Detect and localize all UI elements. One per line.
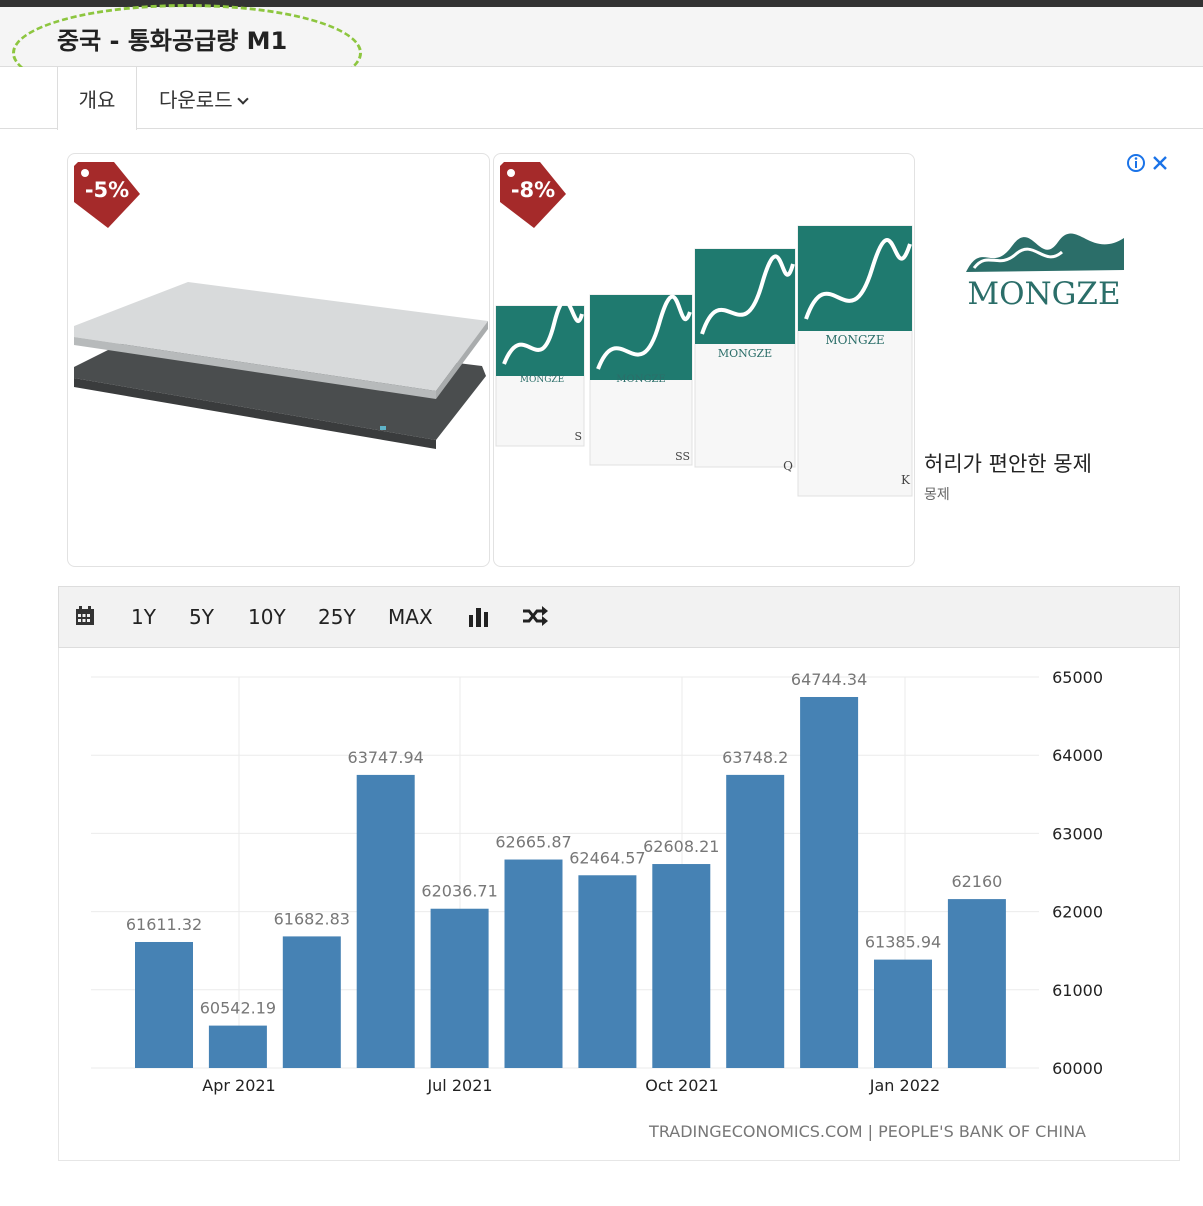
box-size-label: Q [783, 459, 793, 473]
bar[interactable] [430, 908, 489, 1068]
bar-value-label: 62036.71 [421, 882, 497, 901]
tab-download[interactable]: 다운로드 [159, 67, 249, 129]
tab-download-label: 다운로드 [159, 88, 233, 112]
bar[interactable] [504, 859, 563, 1068]
page-title: 중국 - 통화공급량 M1 [57, 27, 288, 55]
chart-container: 61611.32 60542.19 61682.83 63747.94 62036.71… [58, 648, 1180, 1161]
chart-toolbar: 1Y 5Y 10Y 25Y MAX [58, 586, 1180, 648]
x-tick-label: Apr 2021 [202, 1076, 275, 1095]
shuffle-icon[interactable] [522, 606, 548, 626]
bar-value-label: 63747.94 [348, 748, 424, 767]
bar[interactable] [356, 774, 415, 1068]
info-icon[interactable] [1127, 154, 1145, 172]
ad-product-card-mattress[interactable]: -5% [67, 153, 490, 567]
ad-controls [1126, 153, 1172, 178]
bar-value-label: 61611.32 [126, 915, 202, 934]
brand-logo[interactable]: MONGZE [962, 230, 1126, 314]
brand-name: MONGZE [967, 276, 1121, 312]
bar-value-label: 63748.2 [722, 748, 788, 767]
box-brand-label: MONGZE [825, 333, 884, 347]
bar-value-label: 62665.87 [495, 833, 571, 852]
bar[interactable] [282, 936, 341, 1068]
box-brand-label: MONGZE [718, 347, 772, 360]
chevron-down-icon [236, 93, 249, 105]
bar[interactable] [800, 696, 859, 1068]
bar-value-label: 62464.57 [569, 848, 645, 867]
tab-overview[interactable]: 개요 [57, 67, 137, 130]
ad-headline[interactable]: 허리가 편안한 몽제 [924, 448, 1092, 478]
tab-overview-label: 개요 [78, 88, 116, 112]
range-max-button[interactable]: MAX [388, 605, 433, 629]
bar[interactable] [135, 941, 193, 1068]
discount-label: -8% [510, 178, 556, 202]
chart-value-labels: 61611.32 60542.19 61682.83 63747.94 62036.71… [126, 670, 1003, 1018]
y-tick-label: 60000 [1052, 1059, 1103, 1078]
bar-value-label: 64744.34 [791, 670, 867, 689]
range-5y-button[interactable]: 5Y [189, 605, 214, 629]
box-size-label: K [901, 473, 911, 487]
bar-chart: 61611.32 60542.19 61682.83 63747.94 62036.71… [91, 668, 1103, 1141]
chart-source[interactable]: TRADINGECONOMICS.COM | PEOPLE'S BANK OF … [648, 1122, 1086, 1141]
x-tick-label: Jan 2022 [869, 1076, 940, 1095]
bar-value-label: 62608.21 [643, 837, 719, 856]
box-size-label: S [574, 430, 582, 443]
box-brand-label: MONGZE [520, 375, 564, 385]
bar[interactable] [578, 875, 637, 1068]
range-25y-button[interactable]: 25Y [318, 605, 356, 629]
y-tick-label: 65000 [1052, 668, 1103, 687]
bar[interactable] [652, 864, 711, 1068]
y-tick-label: 64000 [1052, 746, 1103, 765]
calendar-icon[interactable] [75, 606, 95, 626]
bar-chart-icon[interactable] [468, 607, 490, 627]
brand-logo-mark [966, 233, 1124, 272]
y-tick-label: 61000 [1052, 981, 1103, 1000]
bar-value-label: 61682.83 [274, 909, 350, 928]
y-tick-label: 63000 [1052, 824, 1103, 843]
bar[interactable] [208, 1025, 267, 1068]
discount-label: -5% [84, 178, 130, 202]
tab-bar: 개요 다운로드 [0, 67, 1203, 130]
box-brand-label: MONGZE [616, 374, 665, 385]
bar-value-label: 61385.94 [865, 933, 941, 952]
x-tick-label: Oct 2021 [645, 1076, 718, 1095]
y-tick-label: 62000 [1052, 903, 1103, 922]
top-dark-strip [0, 0, 1203, 7]
bar[interactable] [947, 899, 1006, 1068]
bar[interactable] [726, 774, 785, 1068]
box-size-label: SS [675, 450, 690, 463]
range-1y-button[interactable]: 1Y [131, 605, 156, 629]
bar-value-label: 60542.19 [200, 999, 276, 1018]
ad-advertiser[interactable]: 몽제 [924, 484, 950, 504]
bar-value-label: 62160 [951, 872, 1002, 891]
ad-product-card-boxes[interactable]: MONGZE MONGZE MONGZE MONGZE S SS Q K -8% [493, 153, 915, 567]
range-10y-button[interactable]: 10Y [248, 605, 286, 629]
bar[interactable] [874, 959, 932, 1068]
close-icon[interactable] [1153, 156, 1167, 170]
x-tick-label: Jul 2021 [426, 1076, 492, 1095]
title-bar: 중국 - 통화공급량 M1 [0, 7, 1203, 67]
